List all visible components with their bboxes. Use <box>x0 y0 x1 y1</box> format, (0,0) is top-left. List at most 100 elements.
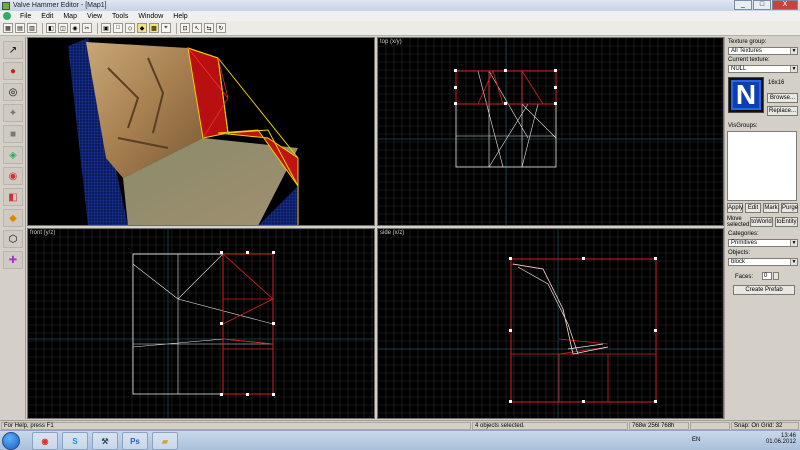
tools-palette: ↗ ● ◎ ✦ ■ ◈ ◉ ◧ ◆ ⬡ ✚ <box>0 37 26 419</box>
toolbar-divider <box>97 22 98 34</box>
visgroups-label: VisGroups: <box>728 123 758 129</box>
selection-icon[interactable]: ↗ <box>3 41 23 59</box>
hammer-editor-window: Valve Hammer Editor - [Map1] _ □ X File … <box>0 0 800 450</box>
status-snap: Snap: On Grid: 32 <box>731 422 799 430</box>
menu-file[interactable]: File <box>15 13 36 20</box>
select-icon[interactable]: ◇ <box>125 23 135 33</box>
menu-help[interactable]: Help <box>168 13 192 20</box>
to-entity-button[interactable]: toEntity <box>775 217 798 227</box>
texture-group-label: Texture group: <box>728 39 767 45</box>
status-size: 768w 256l 768h <box>629 422 689 430</box>
browse-button[interactable]: Browse... <box>767 93 798 103</box>
categories-label: Categories: <box>728 231 759 237</box>
cube-icon[interactable]: ◫ <box>58 23 68 33</box>
overlay-icon[interactable]: ✚ <box>3 251 23 269</box>
camera-view-render <box>68 38 299 225</box>
texture-group-select[interactable]: All Textures ▼ <box>728 47 798 55</box>
texture-preview[interactable]: N <box>728 77 764 113</box>
maximize-button[interactable]: □ <box>753 0 771 10</box>
categories-value: Primitives <box>731 240 758 246</box>
objects-select[interactable]: block ▼ <box>728 258 798 266</box>
hammer-icon[interactable]: ⚒ <box>92 432 118 450</box>
grid-smaller-icon[interactable]: ▤ <box>15 23 25 33</box>
top-viewport[interactable]: top (x/y) <box>377 37 724 226</box>
status-bar: For Help, press F1 4 objects selected. 7… <box>0 420 800 430</box>
entity-icon[interactable]: ◆ <box>137 23 147 33</box>
decal-icon[interactable]: ◉ <box>3 167 23 185</box>
front-viewport[interactable]: front (y/z) <box>27 228 375 419</box>
hide-icon[interactable]: ◧ <box>46 23 56 33</box>
objects-value: block <box>731 259 746 265</box>
skype-icon[interactable]: S <box>62 432 88 450</box>
camera-tool-icon[interactable]: ◎ <box>3 83 23 101</box>
system-clock[interactable]: 13:46 01.06.2012 <box>766 433 796 445</box>
current-texture-label: Current texture: <box>728 57 770 63</box>
folder-icon[interactable]: ▰ <box>152 432 178 450</box>
mirror-icon[interactable]: ⇆ <box>204 23 214 33</box>
chrome-icon[interactable]: ◉ <box>32 432 58 450</box>
minimize-button[interactable]: _ <box>734 0 752 10</box>
properties-panel: Texture group: All Textures ▼ Current te… <box>724 37 800 419</box>
side-viewport[interactable]: side (x/z) <box>377 228 724 419</box>
menu-edit[interactable]: Edit <box>36 13 58 20</box>
camera-icon[interactable]: ◉ <box>70 23 80 33</box>
photoshop-icon[interactable]: Ps <box>122 432 148 450</box>
menu-window[interactable]: Window <box>133 13 168 20</box>
viewport-label: front (y/z) <box>30 230 56 236</box>
faces-stepper[interactable] <box>773 272 779 280</box>
magnify-icon[interactable]: ● <box>3 62 23 80</box>
carve-icon[interactable]: ✂ <box>82 23 92 33</box>
chevron-down-icon[interactable]: ▼ <box>790 66 797 72</box>
replace-button[interactable]: Replace... <box>767 106 798 116</box>
chevron-down-icon[interactable]: ▼ <box>790 48 797 54</box>
purge-button[interactable]: Purge <box>781 203 798 213</box>
texture-lock-icon[interactable]: ▩ <box>149 23 159 33</box>
texture-group-value: All Textures <box>731 48 762 54</box>
start-button[interactable] <box>2 432 20 450</box>
move-selected-label: Move selected: <box>727 216 752 228</box>
null-texture-thumbnail: N <box>731 79 761 110</box>
apply-button[interactable]: Apply <box>727 203 743 213</box>
vertex-icon[interactable]: ◆ <box>3 209 23 227</box>
menu-view[interactable]: View <box>82 13 107 20</box>
ungroup-icon[interactable]: □ <box>113 23 123 33</box>
group-icon[interactable]: ▣ <box>101 23 111 33</box>
align-icon[interactable]: ⊡ <box>180 23 190 33</box>
categories-select[interactable]: Primitives ▼ <box>728 239 798 247</box>
windows-taskbar: ◉ S ⚒ Ps ▰ EN 13:46 01.06.2012 <box>0 430 800 450</box>
chevron-down-icon[interactable]: ▼ <box>790 240 797 246</box>
close-button[interactable]: X <box>772 0 798 10</box>
chevron-down-icon[interactable]: ▼ <box>790 259 797 265</box>
snap-icon[interactable]: ⌖ <box>161 23 171 33</box>
to-world-button[interactable]: toWorld <box>750 217 773 227</box>
menu-tools[interactable]: Tools <box>107 13 133 20</box>
clock-date: 01.06.2012 <box>765 439 796 445</box>
side-view-grid <box>378 229 723 418</box>
grid-icon[interactable]: ▦ <box>3 23 13 33</box>
grid-larger-icon[interactable]: ▥ <box>27 23 37 33</box>
front-view-grid <box>28 229 374 418</box>
status-help: For Help, press F1 <box>1 422 471 430</box>
block-icon[interactable]: ■ <box>3 125 23 143</box>
edit-visgroup-button[interactable]: Edit <box>745 203 761 213</box>
language-indicator[interactable]: EN <box>692 437 700 443</box>
texture-icon[interactable]: ◈ <box>3 146 23 164</box>
pointer-icon[interactable]: ↖ <box>192 23 202 33</box>
path-icon[interactable]: ⬡ <box>3 230 23 248</box>
mark-button[interactable]: Mark <box>763 203 779 213</box>
create-prefab-button[interactable]: Create Prefab <box>733 285 795 295</box>
camera-viewport[interactable] <box>27 37 375 226</box>
current-texture-select[interactable]: NULL ▼ <box>728 65 798 73</box>
menu-map[interactable]: Map <box>58 13 82 20</box>
entity-tool-icon[interactable]: ✦ <box>3 104 23 122</box>
faces-label: Faces: <box>735 274 754 280</box>
top-view-grid <box>378 38 723 225</box>
title-bar[interactable]: Valve Hammer Editor - [Map1] _ □ X <box>0 0 800 11</box>
visgroups-list[interactable] <box>727 131 797 201</box>
faces-input[interactable]: 0 <box>762 272 772 280</box>
document-icon[interactable] <box>3 12 11 20</box>
main-toolbar: ▦ ▤ ▥ ◧ ◫ ◉ ✂ ▣ □ ◇ ◆ ▩ ⌖ ⊡ ↖ ⇆ ↻ <box>0 21 800 36</box>
clip-icon[interactable]: ◧ <box>3 188 23 206</box>
run-map-icon[interactable]: ↻ <box>216 23 226 33</box>
window-controls: _ □ X <box>733 0 798 10</box>
